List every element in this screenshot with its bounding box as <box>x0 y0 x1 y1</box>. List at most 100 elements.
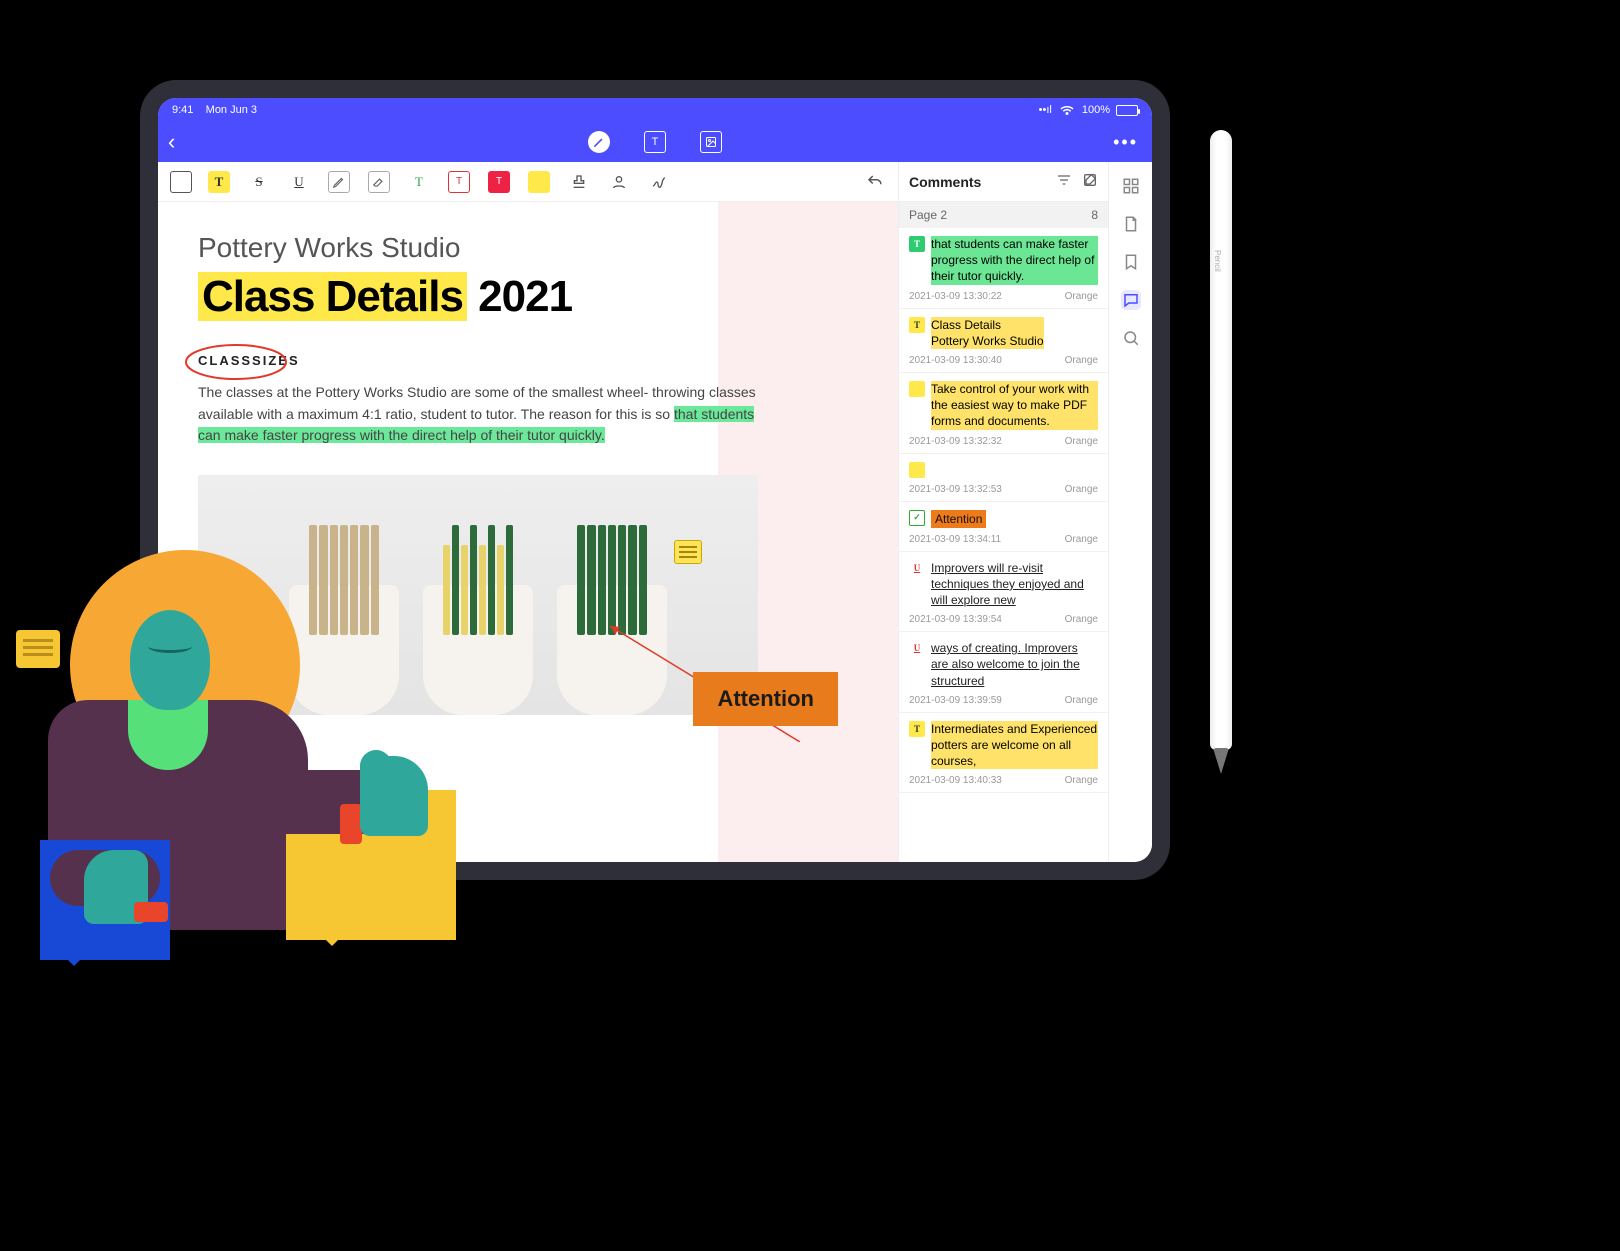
wifi-icon <box>1058 100 1076 121</box>
doc-heading: Class Details 2021 <box>198 272 758 322</box>
comments-panel: Comments Page 2 8 <box>898 162 1108 862</box>
attention-label: Attention <box>717 686 814 711</box>
strikethrough-tool-icon[interactable]: S <box>248 171 270 193</box>
doc-subtitle: Pottery Works Studio <box>198 232 758 264</box>
comment-author: Orange <box>1065 614 1098 625</box>
comment-text: Take control of your work with the easie… <box>931 381 1098 430</box>
comment-timestamp: 2021-03-09 13:39:54 <box>909 614 1002 625</box>
comment-meta: 2021-03-09 13:34:11 Orange <box>909 534 1098 545</box>
comment-meta: 2021-03-09 13:39:54 Orange <box>909 614 1098 625</box>
comments-page-row: Page 2 8 <box>899 202 1108 228</box>
textbox-fill-tool-icon[interactable]: T <box>488 171 510 193</box>
profile-tool-icon[interactable] <box>608 171 630 193</box>
comment-timestamp: 2021-03-09 13:34:11 <box>909 534 1001 545</box>
comments-rail-icon[interactable] <box>1121 290 1141 310</box>
highlight-tool-icon[interactable]: T <box>208 171 230 193</box>
signal-icon: ••ıl <box>1039 104 1052 116</box>
comment-timestamp: 2021-03-09 13:40:33 <box>909 775 1002 786</box>
comment-type-icon: U <box>909 640 925 656</box>
textbox-outline-tool-icon[interactable]: T <box>448 171 470 193</box>
comment-author: Orange <box>1065 534 1098 545</box>
annotate-mode-icon[interactable] <box>588 131 610 153</box>
comment-item[interactable]: T Class Details Pottery Works Studio 2021-… <box>899 309 1108 373</box>
attention-callout[interactable]: Attention <box>693 672 838 726</box>
comment-item[interactable]: ✓ Attention 2021-03-09 13:34:11 Orange <box>899 502 1108 552</box>
search-icon[interactable] <box>1121 328 1141 348</box>
comment-author: Orange <box>1065 695 1098 706</box>
comment-meta: 2021-03-09 13:30:22 Orange <box>909 291 1098 302</box>
comment-text: that students can make faster progress w… <box>931 236 1098 285</box>
comment-meta: 2021-03-09 13:40:33 Orange <box>909 775 1098 786</box>
comment-meta: 2021-03-09 13:32:53 Orange <box>909 484 1098 495</box>
page-icon[interactable] <box>1121 214 1141 234</box>
comment-text: ways of creating. Improvers are also wel… <box>931 640 1098 689</box>
comment-timestamp: 2021-03-09 13:32:32 <box>909 436 1002 447</box>
comment-author: Orange <box>1065 775 1098 786</box>
text-tool-icon[interactable]: T <box>408 171 430 193</box>
signature-tool-icon[interactable] <box>648 171 670 193</box>
comment-meta: 2021-03-09 13:39:59 Orange <box>909 695 1098 706</box>
app-bar: ‹ T ••• <box>158 122 1152 162</box>
comment-timestamp: 2021-03-09 13:30:40 <box>909 355 1002 366</box>
comment-author: Orange <box>1065 436 1098 447</box>
comments-page-label: Page 2 <box>909 208 947 222</box>
text-mode-icon[interactable]: T <box>644 131 666 153</box>
side-rail <box>1108 162 1152 862</box>
comment-type-icon: T <box>909 236 925 252</box>
comment-type-icon: T <box>909 317 925 333</box>
comment-type-icon <box>909 462 925 478</box>
more-menu-button[interactable]: ••• <box>1113 132 1138 153</box>
doc-heading-highlighted: Class Details <box>198 272 467 321</box>
battery-percent: 100% <box>1082 104 1110 116</box>
undo-button[interactable] <box>864 171 886 193</box>
stylus-pencil: Pencil <box>1210 130 1232 750</box>
status-date: Mon Jun 3 <box>206 104 257 116</box>
comment-timestamp: 2021-03-09 13:30:22 <box>909 291 1002 302</box>
status-time: 9:41 <box>172 104 193 116</box>
comment-text: Class Details Pottery Works Studio <box>931 317 1044 349</box>
comment-type-icon: U <box>909 560 925 576</box>
sticky-note-annotation[interactable] <box>674 540 702 564</box>
comment-type-icon <box>909 381 925 397</box>
comment-author: Orange <box>1065 291 1098 302</box>
comment-type-icon: T <box>909 721 925 737</box>
filter-icon[interactable] <box>1056 172 1072 191</box>
comment-type-icon: ✓ <box>909 510 925 526</box>
comment-item[interactable]: T Intermediates and Experienced potters a… <box>899 713 1108 794</box>
decorative-illustration <box>0 550 430 980</box>
para-plain: The classes at the Pottery Works Studio … <box>198 384 756 422</box>
back-button[interactable]: ‹ <box>168 129 175 155</box>
thumbnails-icon[interactable] <box>1121 176 1141 196</box>
comment-text: Intermediates and Experienced potters ar… <box>931 721 1098 770</box>
eraser-tool-icon[interactable] <box>368 171 390 193</box>
comment-author: Orange <box>1065 484 1098 495</box>
comment-text: Improvers will re-visit techniques they … <box>931 560 1098 609</box>
comment-item[interactable]: 2021-03-09 13:32:53 Orange <box>899 454 1108 502</box>
compose-icon[interactable] <box>1082 172 1098 191</box>
bookmark-icon[interactable] <box>1121 252 1141 272</box>
comment-meta: 2021-03-09 13:32:32 Orange <box>909 436 1098 447</box>
comments-title: Comments <box>909 174 981 190</box>
comments-list[interactable]: Tthat students can make faster progress … <box>899 228 1108 862</box>
comment-item[interactable]: Take control of your work with the easie… <box>899 373 1108 454</box>
comment-text: Attention <box>931 510 986 528</box>
image-mode-icon[interactable] <box>700 131 722 153</box>
comments-page-count: 8 <box>1091 208 1098 222</box>
sticky-note-tool-icon[interactable] <box>528 171 550 193</box>
comment-timestamp: 2021-03-09 13:32:53 <box>909 484 1002 495</box>
comment-item[interactable]: Uways of creating. Improvers are also we… <box>899 632 1108 713</box>
status-bar: 9:41 Mon Jun 3 ••ıl 100% <box>158 98 1152 122</box>
doc-paragraph: The classes at the Pottery Works Studio … <box>198 382 758 447</box>
stamp-tool-icon[interactable] <box>568 171 590 193</box>
speech-bubble-small-icon <box>16 630 60 668</box>
comment-item[interactable]: U Improvers will re-visit techniques they… <box>899 552 1108 633</box>
page-layout-icon[interactable] <box>170 171 192 193</box>
underline-tool-icon[interactable]: U <box>288 171 310 193</box>
section-label-circled: CLASSSIZES <box>198 352 300 370</box>
comment-meta: 2021-03-09 13:30:40Orange <box>909 355 1098 366</box>
comment-timestamp: 2021-03-09 13:39:59 <box>909 695 1002 706</box>
comment-item[interactable]: Tthat students can make faster progress … <box>899 228 1108 309</box>
pencil-tool-icon[interactable] <box>328 171 350 193</box>
status-time-date: 9:41 Mon Jun 3 <box>172 104 257 116</box>
battery-icon <box>1116 105 1138 116</box>
